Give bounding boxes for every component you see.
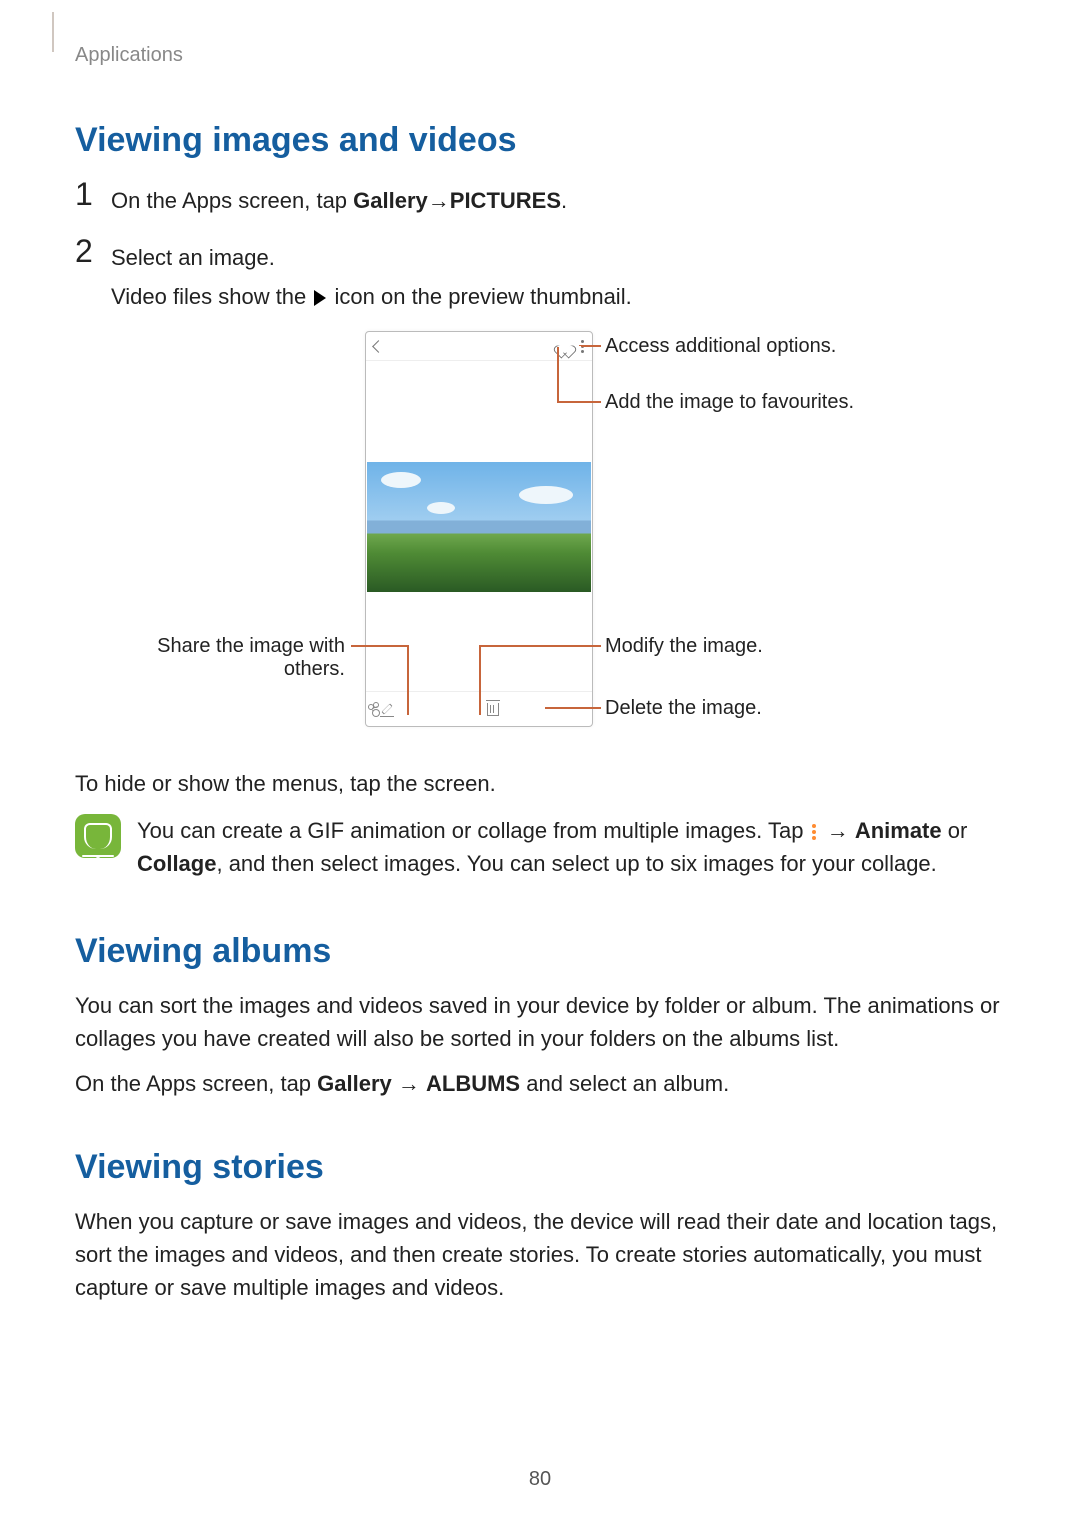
gallery-label: Gallery bbox=[353, 188, 428, 213]
callout-options: Access additional options. bbox=[605, 335, 836, 358]
callout-delete: Delete the image. bbox=[605, 697, 762, 720]
arrow: → bbox=[428, 184, 450, 217]
collage-label: Collage bbox=[137, 851, 216, 876]
text: Select an image. bbox=[111, 241, 632, 274]
edit-icon[interactable] bbox=[380, 702, 394, 717]
animate-label: Animate bbox=[855, 818, 942, 843]
note-box: You can create a GIF animation or collag… bbox=[75, 814, 1005, 884]
text: or bbox=[942, 818, 968, 843]
delete-icon[interactable] bbox=[487, 703, 499, 716]
text: , and then select images. You can select… bbox=[216, 851, 936, 876]
page-number: 80 bbox=[0, 1468, 1080, 1491]
breadcrumb: Applications bbox=[75, 44, 1005, 67]
steps-list: 1 On the Apps screen, tap Gallery → PICT… bbox=[75, 178, 1005, 313]
more-options-icon bbox=[812, 824, 817, 840]
step-number: 1 bbox=[75, 178, 111, 210]
callout-favourite: Add the image to favourites. bbox=[605, 391, 854, 414]
step-number: 2 bbox=[75, 235, 111, 267]
hide-menus-text: To hide or show the menus, tap the scree… bbox=[75, 767, 1005, 800]
gallery-label: Gallery bbox=[317, 1071, 392, 1096]
callout-share: Share the image with others. bbox=[115, 635, 345, 681]
phone-diagram: Access additional options. Add the image… bbox=[75, 331, 1005, 751]
pictures-label: PICTURES bbox=[450, 188, 561, 213]
step-body: Select an image. Video files show the ic… bbox=[111, 235, 632, 313]
albums-label: ALBUMS bbox=[426, 1071, 520, 1096]
text: You can create a GIF animation or collag… bbox=[137, 818, 810, 843]
text: icon on the preview thumbnail. bbox=[335, 284, 632, 309]
callout-modify: Modify the image. bbox=[605, 635, 763, 658]
step-2: 2 Select an image. Video files show the … bbox=[75, 235, 1005, 313]
text: On the Apps screen, tap bbox=[75, 1071, 317, 1096]
albums-text: You can sort the images and videos saved… bbox=[75, 989, 1005, 1055]
page-decoration bbox=[52, 12, 54, 52]
arrow: → bbox=[392, 1071, 426, 1096]
heading-viewing-stories: Viewing stories bbox=[75, 1148, 1005, 1187]
albums-text-2: On the Apps screen, tap Gallery → ALBUMS… bbox=[75, 1067, 1005, 1100]
text: Video files show the icon on the preview… bbox=[111, 280, 632, 313]
text: On the Apps screen, tap bbox=[111, 188, 353, 213]
stories-text: When you capture or save images and vide… bbox=[75, 1205, 1005, 1304]
text: and select an album. bbox=[520, 1071, 729, 1096]
text: Video files show the bbox=[111, 284, 312, 309]
step-1: 1 On the Apps screen, tap Gallery → PICT… bbox=[75, 178, 1005, 217]
step-body: On the Apps screen, tap Gallery → PICTUR… bbox=[111, 178, 567, 217]
note-bell-icon bbox=[75, 814, 121, 858]
note-text: You can create a GIF animation or collag… bbox=[137, 814, 1005, 880]
heading-viewing-albums: Viewing albums bbox=[75, 932, 1005, 971]
photo-preview[interactable] bbox=[367, 462, 591, 592]
back-icon[interactable] bbox=[372, 340, 385, 353]
play-icon bbox=[314, 290, 326, 306]
heading-viewing-images: Viewing images and videos bbox=[75, 121, 1005, 160]
share-icon[interactable] bbox=[366, 702, 380, 716]
arrow: → bbox=[821, 818, 855, 843]
favourite-icon[interactable] bbox=[559, 340, 571, 352]
text: . bbox=[561, 188, 567, 213]
